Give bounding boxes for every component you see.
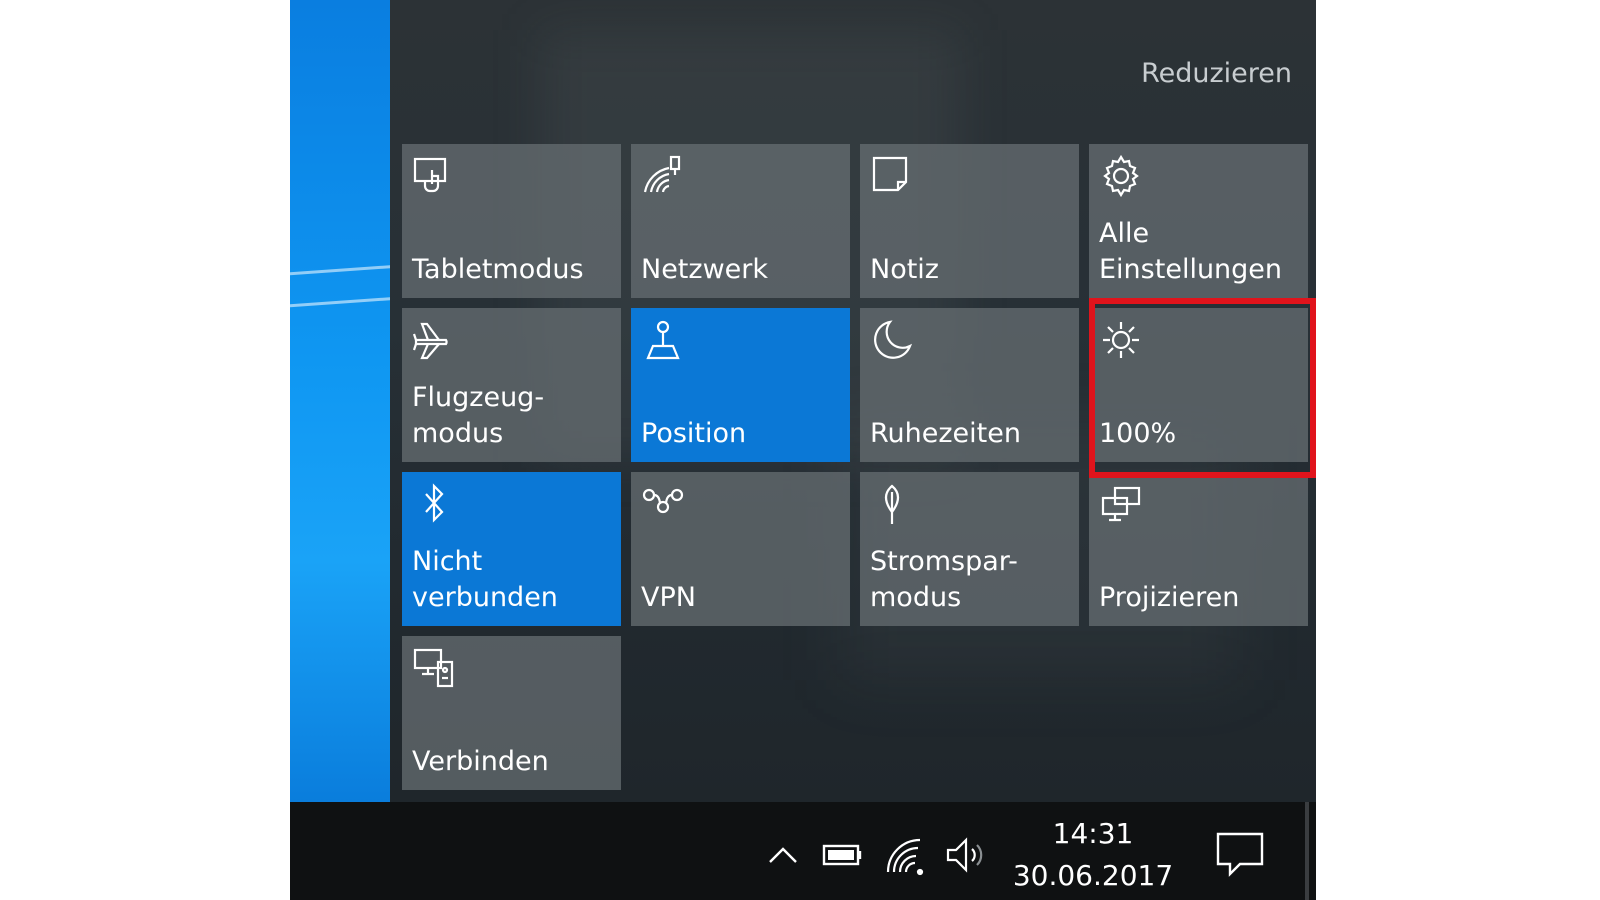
tile-label: Stromspar- modus [870, 546, 1018, 613]
action-center-panel: Reduzieren Tabletmodus Netzwerk Notiz Al… [390, 0, 1316, 802]
tile-tablet-mode[interactable]: Tabletmodus [402, 144, 621, 298]
tile-quiet-hours[interactable]: Ruhezeiten [860, 308, 1079, 462]
collapse-link[interactable]: Reduzieren [1141, 58, 1292, 89]
gear-icon [1099, 154, 1143, 198]
tile-label: Nicht verbunden [412, 546, 558, 613]
tile-note[interactable]: Notiz [860, 144, 1079, 298]
tile-brightness[interactable]: 100% [1089, 308, 1308, 462]
note-icon [870, 154, 914, 198]
tile-project[interactable]: Projizieren [1089, 472, 1308, 626]
tile-label: Netzwerk [641, 254, 768, 285]
screenshot-stage: Reduzieren Tabletmodus Netzwerk Notiz Al… [0, 0, 1600, 900]
show-desktop-edge[interactable] [1305, 802, 1309, 900]
taskbar-clock[interactable]: 14:31 30.06.2017 [1008, 814, 1178, 898]
tile-network[interactable]: Netzwerk [631, 144, 850, 298]
battery-saver-icon [870, 482, 914, 526]
connect-icon [412, 646, 456, 690]
action-center-icon[interactable] [1210, 826, 1270, 882]
tile-vpn[interactable]: VPN [631, 472, 850, 626]
taskbar: 14:31 30.06.2017 [290, 802, 1316, 900]
tile-label: Position [641, 418, 747, 449]
tile-label: Alle Einstellungen [1099, 218, 1283, 285]
tile-all-settings[interactable]: Alle Einstellungen [1089, 144, 1308, 298]
clock-date: 30.06.2017 [1012, 859, 1174, 892]
brightness-icon [1099, 318, 1143, 362]
project-icon [1099, 482, 1143, 526]
tile-bluetooth[interactable]: Nicht verbunden [402, 472, 621, 626]
clock-time: 14:31 [1052, 817, 1134, 850]
tile-label: 100% [1099, 418, 1177, 449]
bluetooth-icon [412, 482, 456, 526]
tile-location[interactable]: Position [631, 308, 850, 462]
airplane-icon [412, 318, 456, 362]
tile-label: Verbinden [412, 746, 549, 777]
tile-battery-saver[interactable]: Stromspar- modus [860, 472, 1079, 626]
tile-airplane-mode[interactable]: Flugzeug- modus [402, 308, 621, 462]
battery-icon[interactable] [820, 832, 866, 878]
network-icon [641, 154, 685, 198]
desktop-background [290, 0, 390, 802]
location-icon [641, 318, 685, 362]
tile-label: Projizieren [1099, 582, 1240, 613]
tile-label: Flugzeug- modus [412, 382, 545, 449]
chevron-up-icon[interactable] [760, 832, 806, 878]
tile-label: Tabletmodus [412, 254, 584, 285]
tablet-mode-icon [412, 154, 456, 198]
wifi-icon[interactable] [884, 832, 930, 878]
tile-label: Notiz [870, 254, 939, 285]
volume-icon[interactable] [942, 832, 988, 878]
tile-label: Ruhezeiten [870, 418, 1021, 449]
tile-connect[interactable]: Verbinden [402, 636, 621, 790]
moon-icon [870, 318, 914, 362]
vpn-icon [641, 482, 685, 526]
tile-label: VPN [641, 582, 696, 613]
